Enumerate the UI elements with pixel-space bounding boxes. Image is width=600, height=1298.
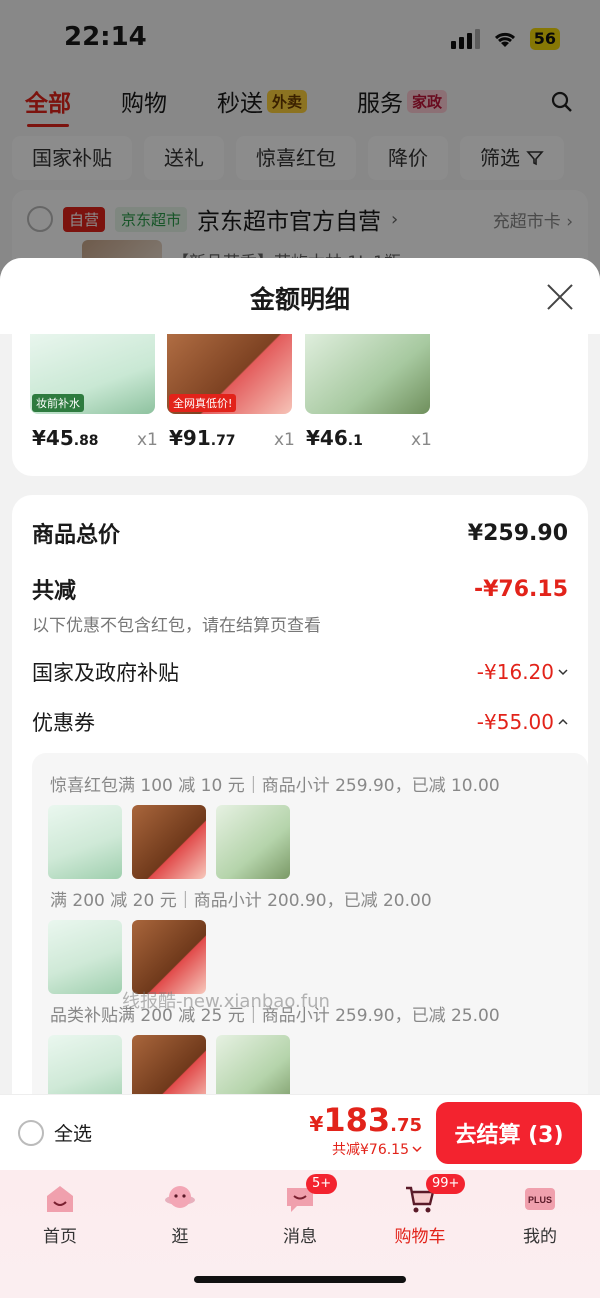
subsidy-row[interactable]: 国家及政府补贴 -¥16.20 xyxy=(32,657,568,687)
chevron-down-icon xyxy=(558,669,568,676)
discount-value: -¥76.15 xyxy=(473,576,568,602)
nav-label: 我的 xyxy=(523,1227,557,1247)
select-all[interactable]: 全选 xyxy=(18,1119,92,1146)
sheet-title: 金额明细 xyxy=(249,285,350,314)
coupon-row[interactable]: 优惠券 -¥55.00 xyxy=(32,707,568,737)
coupon-thumb-cutting-board xyxy=(132,805,206,879)
checkout-button[interactable]: 去结算 (3) xyxy=(436,1102,582,1164)
product-price: ¥91.77 xyxy=(169,426,236,450)
nav-label: 购物车 xyxy=(394,1227,446,1247)
product-item[interactable] xyxy=(305,334,430,414)
total-price-label: 商品总价 xyxy=(32,523,121,548)
price-dec: .1 xyxy=(347,433,363,449)
coupon-thumb-shampoo xyxy=(216,805,290,879)
nav-label: 消息 xyxy=(283,1227,317,1247)
dim-overlay[interactable] xyxy=(0,0,600,300)
coupon-group-thumbs xyxy=(48,805,290,879)
nav-mine[interactable]: PLUS 我的 xyxy=(480,1170,600,1298)
price-int: ¥46 xyxy=(306,426,348,450)
select-all-radio[interactable] xyxy=(18,1119,44,1146)
product-price: ¥46.1 xyxy=(306,426,363,450)
coupon-group-title: 惊喜红包满 100 减 10 元｜商品小计 259.90，已减 10.00 xyxy=(50,776,500,796)
select-all-label: 全选 xyxy=(54,1123,93,1145)
product-item[interactable]: 妆前补水 xyxy=(30,334,155,414)
cart-badge: 99+ xyxy=(426,1174,466,1194)
discount-row: 共减 -¥76.15 xyxy=(32,573,568,605)
coupon-thumb-cutting-board xyxy=(132,920,206,994)
home-indicator xyxy=(194,1276,406,1283)
close-icon[interactable] xyxy=(546,282,574,310)
product-price: ¥45.88 xyxy=(32,426,99,450)
sheet-header: 金额明细 xyxy=(0,258,600,334)
product-item[interactable]: 全网真低价! xyxy=(167,334,292,414)
total-dec: .75 xyxy=(390,1115,422,1136)
total-discount-toggle[interactable]: 共减¥76.15 xyxy=(309,1139,422,1159)
watermark-text: 线报酷-new.xianbao.fun xyxy=(122,991,330,1012)
price-summary-card: 商品总价 ¥259.90 共减 -¥76.15 以下优惠不包含红包，请在结算页查… xyxy=(12,495,588,1153)
nav-label: 逛 xyxy=(171,1227,189,1247)
explore-icon xyxy=(165,1186,195,1208)
total-discount-text: 共减¥76.15 xyxy=(332,1142,409,1158)
coupon-thumb-lotion xyxy=(48,805,122,879)
discount-label: 共减 xyxy=(32,579,77,604)
coupon-details-box: 惊喜红包满 100 减 10 元｜商品小计 259.90，已减 10.00 满 … xyxy=(32,753,588,1153)
product-image-cutting-board: 全网真低价! xyxy=(167,334,292,414)
product-image-shampoo xyxy=(305,334,430,414)
coupon-group-thumbs xyxy=(48,920,206,994)
total-int: 183 xyxy=(323,1101,391,1139)
total-currency: ¥ xyxy=(309,1112,324,1136)
chevron-up-icon xyxy=(558,718,568,725)
messages-badge: 5+ xyxy=(306,1174,338,1194)
price-int: ¥91 xyxy=(169,426,211,450)
image-label: 全网真低价! xyxy=(169,394,237,412)
price-dec: .88 xyxy=(73,433,99,449)
coupon-value-group: -¥55.00 xyxy=(477,710,568,734)
checkout-total: ¥183.75 共减¥76.15 xyxy=(309,1101,422,1159)
total-price-value: ¥259.90 xyxy=(467,520,568,546)
nav-home[interactable]: 首页 xyxy=(0,1170,120,1298)
coupon-thumb-lotion xyxy=(48,920,122,994)
image-label: 妆前补水 xyxy=(32,394,84,412)
price-int: ¥45 xyxy=(32,426,74,450)
home-icon xyxy=(47,1186,73,1212)
plus-text: PLUS xyxy=(528,1195,552,1205)
price-dec: .77 xyxy=(210,433,236,449)
coupon-value: -¥55.00 xyxy=(476,710,554,734)
subsidy-value-group: -¥16.20 xyxy=(477,660,568,684)
coupon-group-title: 满 200 减 20 元｜商品小计 200.90，已减 20.00 xyxy=(50,891,432,911)
total-amount: ¥183.75 xyxy=(309,1101,422,1139)
product-qty: x1 xyxy=(137,430,158,450)
plus-member-icon: PLUS xyxy=(525,1188,555,1210)
coupon-label: 优惠券 xyxy=(32,711,95,735)
subsidy-value: -¥16.20 xyxy=(476,660,554,684)
discount-note: 以下优惠不包含红包，请在结算页查看 xyxy=(32,616,321,636)
products-card: 妆前补水 全网真低价! ¥45.88 x1 ¥91.77 x1 ¥46.1 x1 xyxy=(12,334,588,476)
product-qty: x1 xyxy=(274,430,295,450)
subsidy-label: 国家及政府补贴 xyxy=(32,661,179,685)
checkout-bar: 全选 ¥183.75 共减¥76.15 去结算 (3) xyxy=(0,1094,600,1170)
total-price-row: 商品总价 ¥259.90 xyxy=(32,517,568,549)
product-image-lotion: 妆前补水 xyxy=(30,334,155,414)
product-qty: x1 xyxy=(411,430,432,450)
nav-label: 首页 xyxy=(43,1227,77,1247)
chevron-down-icon xyxy=(412,1146,422,1153)
